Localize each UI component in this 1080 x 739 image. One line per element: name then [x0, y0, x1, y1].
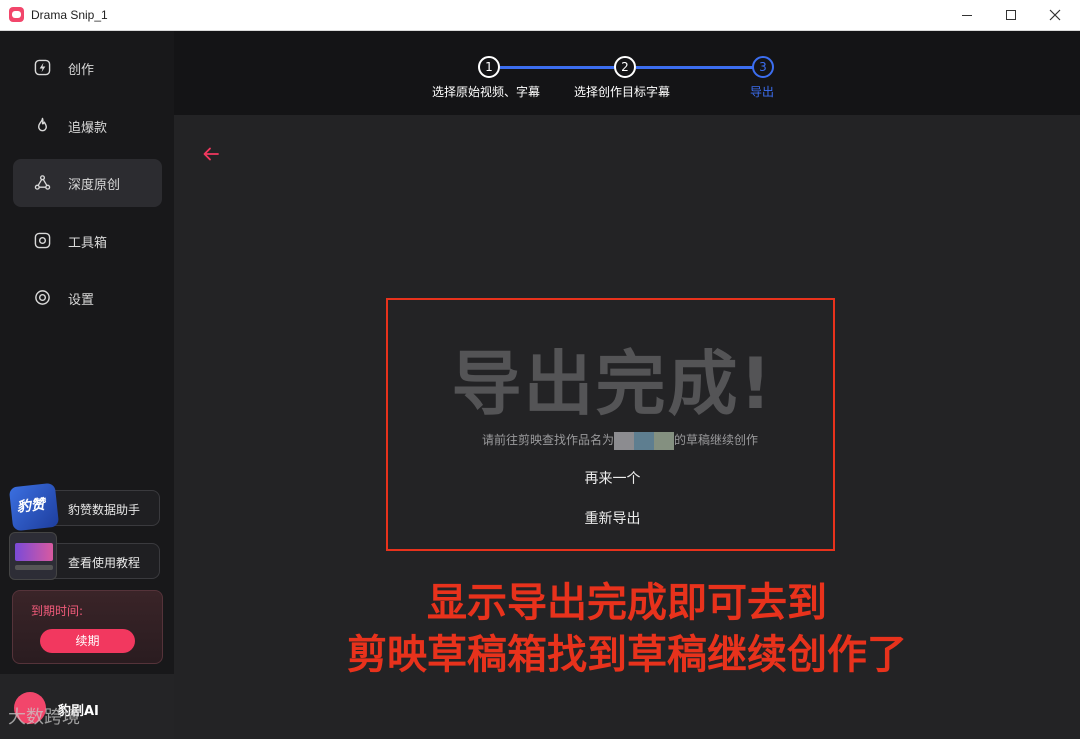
sidebar-item-label: 设置 — [68, 293, 95, 308]
draft-hint-prefix: 请前往剪映查找作品名为 — [482, 433, 615, 447]
step-connector — [500, 66, 614, 69]
watermark: 大数跨境 — [8, 707, 80, 728]
step-3-circle[interactable]: 3 — [752, 56, 774, 78]
redacted-name — [614, 431, 635, 450]
step-2-label: 选择创作目标字幕 — [574, 85, 671, 99]
sidebar-item-trending[interactable]: 追爆款 — [13, 102, 162, 150]
sidebar-item-toolbox[interactable]: 工具箱 — [13, 217, 162, 265]
sidebar-item-settings[interactable]: 设置 — [13, 274, 162, 322]
renew-button[interactable]: 续期 — [40, 629, 135, 653]
expiry-card: 到期时间: 续期 — [12, 590, 163, 664]
flame-icon — [38, 117, 47, 132]
draft-hint-suffix: 的草稿继续创作 — [674, 433, 759, 447]
redacted-name — [634, 431, 655, 450]
export-stepper: 1 2 3 选择原始视频、字幕 选择创作目标字幕 导出 — [174, 31, 1080, 115]
annotation-line-2: 剪映草稿箱找到草稿继续创作了 — [347, 632, 907, 678]
data-assistant-logo: 豹赞 — [8, 482, 60, 532]
export-complete-title: 导出完成! — [451, 343, 774, 425]
sidebar-item-label: 创作 — [68, 63, 95, 78]
close-icon — [1049, 9, 1061, 21]
re-export-button[interactable]: 重新导出 — [388, 508, 837, 528]
maximize-button[interactable] — [988, 0, 1034, 30]
redacted-name — [654, 431, 675, 450]
tutorial-button[interactable]: 查看使用教程 — [9, 532, 160, 580]
window-title: Drama Snip_1 — [31, 8, 108, 22]
sidebar-item-create[interactable]: 创作 — [13, 44, 162, 92]
annotation-line-1: 显示导出完成即可去到 — [427, 580, 827, 626]
sidebar-item-label: 深度原创 — [68, 178, 121, 193]
tutorial-label: 查看使用教程 — [68, 556, 141, 570]
step-2-circle[interactable]: 2 — [614, 56, 636, 78]
network-icon — [34, 175, 51, 190]
data-assistant-label: 豹赞数据助手 — [68, 503, 141, 517]
lightning-icon — [34, 59, 51, 76]
sidebar-item-label: 追爆款 — [68, 121, 108, 136]
tutorial-thumbnail — [9, 532, 57, 580]
step-1-circle[interactable]: 1 — [478, 56, 500, 78]
sidebar-item-deep-original[interactable]: 深度原创 — [13, 159, 162, 207]
step-1-label: 选择原始视频、字幕 — [432, 85, 541, 99]
app-icon — [9, 7, 24, 22]
create-another-button[interactable]: 再来一个 — [388, 468, 837, 488]
toolbox-icon — [34, 232, 51, 249]
draft-hint: 请前往剪映查找作品名为 的草稿继续创作 — [482, 431, 758, 450]
minimize-button[interactable] — [944, 0, 990, 30]
data-assistant-button[interactable]: 豹赞 豹赞数据助手 — [8, 482, 160, 532]
step-3-label: 导出 — [750, 85, 775, 99]
main-panel: 导出完成! 请前往剪映查找作品名为 的草稿继续创作 再来一个 重新导出 显示导出完… — [174, 115, 1080, 739]
expiry-label: 到期时间: — [31, 604, 84, 618]
minimize-icon — [962, 15, 972, 16]
sidebar-item-label: 工具箱 — [68, 236, 108, 251]
step-connector — [636, 66, 753, 69]
close-button[interactable] — [1032, 0, 1078, 30]
back-arrow-icon[interactable] — [202, 145, 220, 163]
maximize-icon — [1006, 10, 1016, 20]
export-complete-panel: 导出完成! 请前往剪映查找作品名为 的草稿继续创作 再来一个 重新导出 — [386, 298, 835, 551]
sidebar: 创作 追爆款 深度原创 工具箱 设置 豹赞 豹赞数据助手 查看使用教程 到期时间… — [0, 31, 174, 739]
settings-icon — [35, 290, 50, 305]
title-bar: Drama Snip_1 — [0, 0, 1080, 31]
